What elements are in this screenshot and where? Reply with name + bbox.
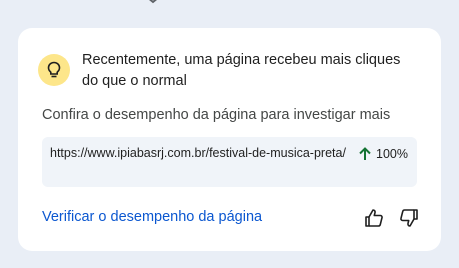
- page-url-row: https://www.ipiabasrj.com.br/festival-de…: [42, 137, 417, 187]
- insight-title: Recentemente, uma página recebeu mais cl…: [82, 52, 401, 89]
- click-change-metric: 100%: [358, 147, 408, 161]
- chevron-down-icon[interactable]: [144, 0, 162, 6]
- arrow-up-icon: [359, 147, 371, 160]
- page-url: https://www.ipiabasrj.com.br/festival-de…: [50, 146, 346, 160]
- click-change-value: 100%: [376, 147, 408, 161]
- insight-subtitle: Confira o desempenho da página para inve…: [42, 107, 391, 123]
- thumb-up-icon[interactable]: [364, 208, 384, 228]
- lightbulb-icon: [38, 54, 70, 86]
- thumb-down-icon[interactable]: [399, 208, 419, 228]
- insight-card: Recentemente, uma página recebeu mais cl…: [18, 28, 441, 251]
- check-page-performance-link[interactable]: Verificar o desempenho da página: [42, 209, 262, 225]
